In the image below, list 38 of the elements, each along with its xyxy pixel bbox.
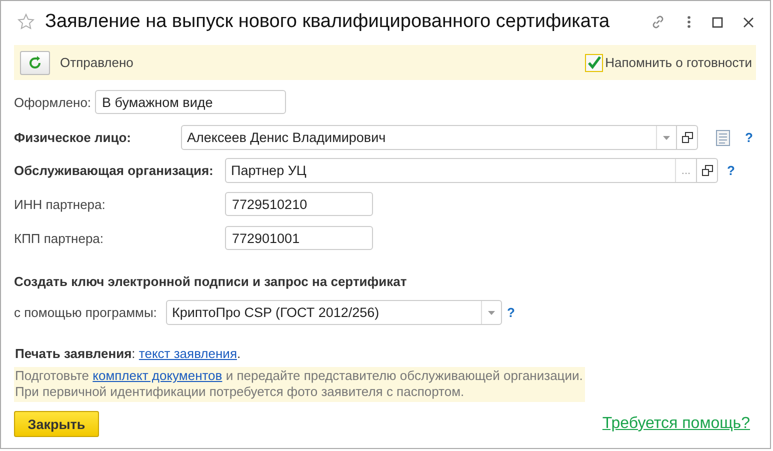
close-button[interactable]: Закрыть bbox=[14, 411, 99, 437]
section-title: Создать ключ электронной подписи и запрос на сертификат bbox=[14, 274, 408, 289]
organization-field[interactable]: Партнер УЦ ... bbox=[225, 158, 697, 183]
remind-label: Напомнить о готовности bbox=[605, 55, 752, 70]
link-icon[interactable] bbox=[650, 14, 666, 30]
refresh-button[interactable] bbox=[20, 50, 50, 74]
star-icon[interactable] bbox=[17, 13, 35, 31]
person-field[interactable]: Алексеев Денис Владимирович bbox=[181, 125, 677, 150]
documents-link[interactable]: комплект документов bbox=[92, 368, 222, 383]
field-label: Обслуживающая организация: bbox=[14, 163, 214, 178]
statement-link[interactable]: текст заявления bbox=[138, 346, 237, 361]
field-label: ИНН партнера: bbox=[14, 196, 106, 212]
open-button[interactable] bbox=[697, 158, 718, 183]
open-window-icon bbox=[702, 165, 712, 176]
remind-checkbox[interactable] bbox=[585, 54, 604, 72]
document-icon[interactable] bbox=[716, 130, 730, 146]
field-label: Оформлено: bbox=[14, 94, 92, 110]
open-window-icon bbox=[682, 132, 692, 143]
window-title: Заявление на выпуск нового квалифицированного сертификата bbox=[45, 11, 611, 33]
note-text: Подготовьте комплект документов и передайте представителю обслуживающей организации. bbox=[15, 368, 584, 384]
inn-field[interactable]: 7729510210 bbox=[225, 192, 373, 216]
print-text: Печать заявления: текст заявления. bbox=[15, 346, 242, 361]
open-button[interactable] bbox=[677, 125, 698, 150]
help-link[interactable]: ? bbox=[727, 163, 735, 178]
help-link[interactable]: ? bbox=[507, 305, 515, 320]
field-label: с помощью программы: bbox=[14, 305, 158, 320]
close-icon[interactable] bbox=[743, 16, 754, 28]
field-label: КПП партнера: bbox=[14, 230, 105, 246]
status-text: Отправлено bbox=[60, 55, 134, 70]
field-label: Физическое лицо: bbox=[14, 130, 132, 145]
help-link[interactable]: ? bbox=[745, 130, 753, 145]
issued-field[interactable]: В бумажном виде bbox=[95, 90, 286, 114]
kpp-field[interactable]: 772901001 bbox=[225, 226, 373, 250]
more-icon[interactable] bbox=[686, 15, 692, 29]
refresh-icon bbox=[28, 56, 42, 70]
note-text: При первичной идентификации потребуется фото заявителя с паспортом. bbox=[15, 384, 466, 400]
maximize-icon[interactable] bbox=[712, 16, 723, 28]
program-select[interactable]: КриптоПро CSP (ГОСТ 2012/256) bbox=[166, 300, 502, 325]
